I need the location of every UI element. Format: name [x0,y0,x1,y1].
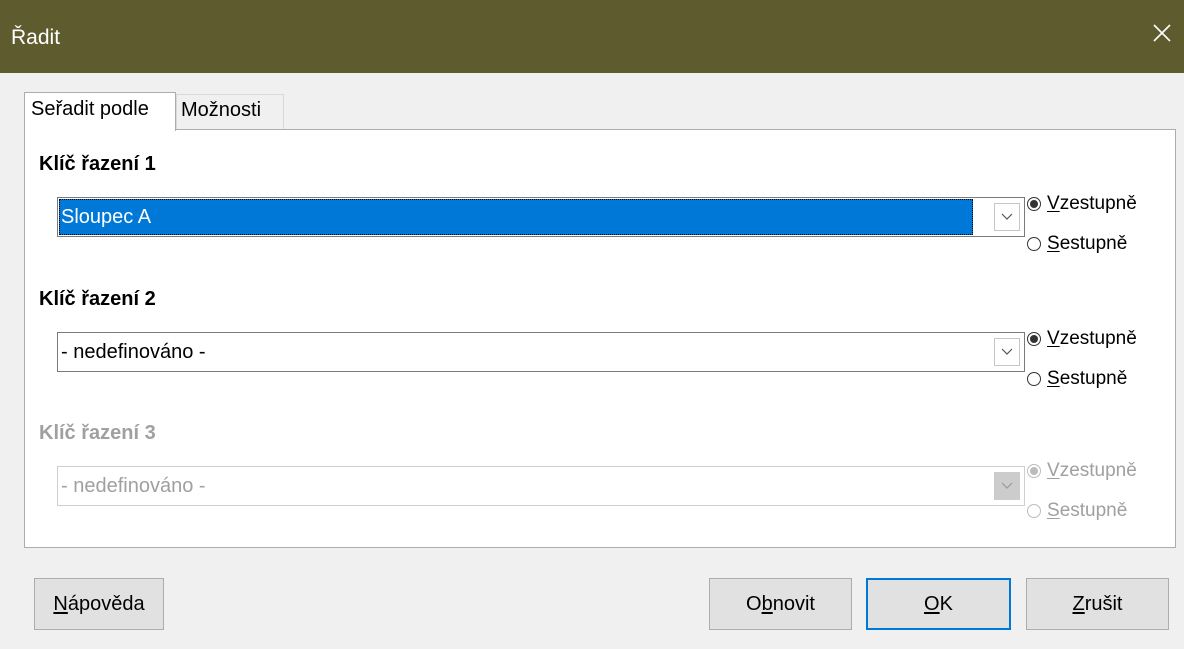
cancel-button[interactable]: Zrušit [1026,578,1169,630]
sort-key-1-ascending-radio[interactable]: Vzestupně [1027,193,1137,215]
title-bar: Řadit [0,0,1184,73]
radio-checked-icon [1027,464,1041,478]
radio-checked-icon [1027,332,1041,346]
sort-key-1-dropdown[interactable]: Sloupec A [57,197,1025,237]
close-icon [1153,24,1171,42]
sort-key-3-heading: Klíč řazení 3 [39,422,156,444]
tab-sort-criteria[interactable]: Seřadit podle [24,92,176,131]
sort-key-3-dropdown-button[interactable] [994,472,1020,500]
ok-button[interactable]: OK [866,578,1011,630]
chevron-down-icon [1001,348,1013,355]
tab-options[interactable]: Možnosti [176,94,284,129]
sort-key-3-dropdown[interactable]: - nedefinováno - [57,466,1025,506]
chevron-down-icon [1001,213,1013,220]
sort-key-1-heading: Klíč řazení 1 [39,153,156,175]
sort-key-3-descending-radio[interactable]: Sestupně [1027,500,1127,522]
reset-button[interactable]: Obnovit [709,578,852,630]
close-button[interactable] [1140,12,1184,56]
radio-checked-icon [1027,197,1041,211]
sort-key-2-dropdown-button[interactable] [994,338,1020,366]
help-button[interactable]: Nápověda [34,578,164,630]
sort-key-2-heading: Klíč řazení 2 [39,288,156,310]
sort-key-2-ascending-radio[interactable]: Vzestupně [1027,328,1137,350]
radio-unchecked-icon [1027,504,1041,518]
sort-key-2-descending-radio[interactable]: Sestupně [1027,368,1127,390]
sort-key-1-value: Sloupec A [59,199,973,235]
chevron-down-icon [1001,482,1013,489]
window-title: Řadit [11,26,61,49]
sort-key-2-dropdown[interactable]: - nedefinováno - [57,332,1025,372]
radio-unchecked-icon [1027,237,1041,251]
sort-key-1-descending-radio[interactable]: Sestupně [1027,233,1127,255]
sort-key-1-dropdown-button[interactable] [994,203,1020,231]
sort-key-3-ascending-radio[interactable]: Vzestupně [1027,460,1137,482]
sort-key-2-group: Klíč řazení 2 - nedefinováno - Vzestupně… [25,288,1175,420]
sort-criteria-panel: Klíč řazení 1 Sloupec A Vzestupně Sestup… [24,129,1176,548]
sort-key-3-value: - nedefinováno - [61,475,206,497]
sort-key-2-value: - nedefinováno - [61,341,206,363]
radio-unchecked-icon [1027,372,1041,386]
sort-key-1-group: Klíč řazení 1 Sloupec A Vzestupně Sestup… [25,153,1175,285]
sort-key-3-group: Klíč řazení 3 - nedefinováno - Vzestupně… [25,422,1175,554]
